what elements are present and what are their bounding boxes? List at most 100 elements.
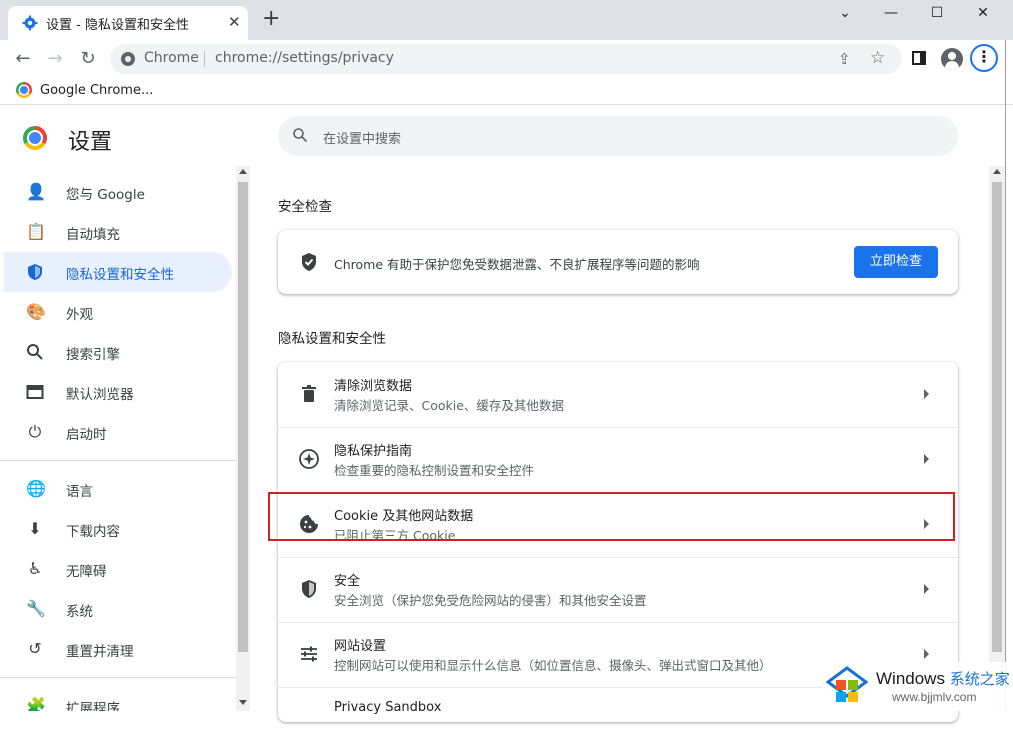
new-tab-button[interactable]: + (262, 8, 280, 30)
sidebar-item-default-browser[interactable]: 默认浏览器 (4, 372, 232, 412)
omnibox-separator (204, 51, 205, 67)
sidebar-item-system[interactable]: 🔧 系统 (4, 589, 232, 629)
safety-check-card: Chrome 有助于保护您免受数据泄露、不良扩展程序等问题的影响 立即检查 (278, 230, 958, 294)
sidebar-item-languages[interactable]: 🌐 语言 (4, 469, 232, 509)
address-bar[interactable]: Chrome chrome://settings/privacy ⇪ ☆ (110, 44, 902, 74)
chrome-logo-icon (16, 82, 32, 98)
sidebar-item-reset[interactable]: ↺ 重置并清理 (4, 629, 232, 669)
omnibox-chip: Chrome (144, 50, 199, 66)
accessibility-icon: ♿ (27, 559, 43, 578)
content-scrollbar[interactable] (989, 166, 1005, 711)
sidebar-item-privacy[interactable]: 隐私设置和安全性 (4, 252, 232, 292)
sidebar-item-downloads[interactable]: ⬇ 下载内容 (4, 509, 232, 549)
sidebar-item-label: 您与 Google (66, 187, 145, 203)
windows-logo-icon (826, 666, 868, 702)
scrollbar-thumb[interactable] (238, 182, 248, 652)
window-border (1005, 40, 1006, 711)
sidebar-item-extensions[interactable]: 🧩 扩展程序 (4, 686, 232, 712)
row-title: 清除浏览数据 (334, 379, 413, 394)
scroll-up-arrow-icon[interactable] (239, 169, 247, 174)
row-divider (278, 427, 958, 428)
chevron-right-icon[interactable] (924, 454, 929, 464)
history-icon: ↺ (28, 639, 42, 658)
sliders-icon (301, 646, 317, 662)
sidebar-item-you-and-google[interactable]: 👤 您与 Google (4, 172, 232, 212)
watermark: Windows 系统之家 www.bjjmlv.com (822, 662, 1013, 711)
forward-button[interactable]: → (44, 48, 66, 70)
bookmark-label: Google Chrome... (40, 82, 154, 98)
divider (0, 104, 1013, 105)
scroll-down-arrow-icon[interactable] (239, 700, 247, 705)
row-subtitle: 清除浏览记录、Cookie、缓存及其他数据 (334, 398, 564, 413)
url-text[interactable]: chrome://settings/privacy (215, 50, 394, 66)
chevron-right-icon[interactable] (924, 584, 929, 594)
chevron-right-icon[interactable] (924, 519, 929, 529)
row-subtitle: 检查重要的隐私控制设置和安全控件 (334, 463, 535, 478)
share-icon[interactable]: ⇪ (838, 50, 851, 68)
settings-search-input[interactable]: 在设置中搜索 (278, 116, 958, 156)
bookmark-star-icon[interactable]: ☆ (870, 48, 885, 68)
more-menu-icon[interactable]: ⋮ (970, 44, 998, 72)
row-clear-browsing-data[interactable]: 清除浏览数据 清除浏览记录、Cookie、缓存及其他数据 (278, 362, 958, 426)
shield-check-icon (302, 253, 316, 271)
back-button[interactable]: ← (12, 48, 34, 70)
title-bar: 设置 - 隐私设置和安全性 ✕ + ⌄ — ☐ ✕ (0, 0, 1013, 40)
clipboard-icon: 📋 (26, 222, 46, 241)
window-minimize-button[interactable]: — (868, 0, 914, 26)
browser-toolbar: ← → ↻ Chrome chrome://settings/privacy ⇪… (0, 40, 1013, 78)
sidebar-item-label: 下载内容 (66, 524, 120, 540)
sidebar-item-label: 启动时 (66, 427, 107, 443)
scroll-up-arrow-icon[interactable] (993, 169, 1001, 174)
sidebar-item-label: 搜索引擎 (66, 347, 120, 363)
row-title: 安全 (334, 574, 361, 589)
sidebar-item-accessibility[interactable]: ♿ 无障碍 (4, 549, 232, 589)
row-divider (278, 557, 958, 558)
chrome-logo-icon (23, 126, 47, 150)
sidebar-item-label: 外观 (66, 307, 93, 323)
profile-avatar[interactable] (941, 48, 963, 70)
tab-settings-privacy[interactable]: 设置 - 隐私设置和安全性 ✕ (8, 6, 248, 40)
row-subtitle: 已阻止第三方 Cookie (334, 528, 456, 543)
palette-icon: 🎨 (26, 302, 46, 321)
maximize-button[interactable]: ☐ (914, 0, 960, 26)
reload-button[interactable]: ↻ (77, 48, 99, 70)
sidebar-scrollbar[interactable] (236, 166, 250, 711)
sidebar-item-label: 重置并清理 (66, 644, 134, 660)
safety-check-description: Chrome 有助于保护您免受数据泄露、不良扩展程序等问题的影响 (334, 257, 700, 272)
sidebar-item-label: 语言 (66, 484, 93, 500)
watermark-title-cn: 系统之家 (949, 671, 1010, 688)
cookie-icon (300, 515, 318, 533)
globe-icon: 🌐 (26, 479, 46, 498)
trash-icon (302, 385, 316, 402)
safety-check-heading: 安全检查 (278, 199, 332, 215)
page-title: 设置 (68, 130, 113, 155)
chevron-right-icon[interactable] (924, 389, 929, 399)
sidebar-item-label: 自动填充 (66, 227, 120, 243)
security-shield-icon (302, 580, 316, 598)
minimize-button[interactable]: ⌄ (822, 0, 868, 26)
sidebar-item-label: 扩展程序 (66, 701, 120, 711)
watermark-title-en: Windows (876, 669, 945, 688)
check-now-button[interactable]: 立即检查 (854, 246, 938, 278)
wrench-icon: 🔧 (26, 599, 46, 618)
tab-close-icon[interactable]: ✕ (228, 13, 241, 31)
sidebar-item-autofill[interactable]: 📋 自动填充 (4, 212, 232, 252)
chevron-right-icon[interactable] (924, 649, 929, 659)
sidebar-item-search-engine[interactable]: 搜索引擎 (4, 332, 232, 372)
puzzle-icon: 🧩 (26, 696, 46, 712)
scrollbar-thumb[interactable] (992, 182, 1002, 652)
sidebar-item-appearance[interactable]: 🎨 外观 (4, 292, 232, 332)
row-security[interactable]: 安全 安全浏览（保护您免受危险网站的侵害）和其他安全设置 (278, 557, 958, 621)
gear-icon (22, 15, 38, 31)
search-placeholder: 在设置中搜索 (323, 132, 402, 147)
close-window-button[interactable]: ✕ (960, 0, 1006, 26)
person-icon: 👤 (26, 182, 46, 201)
row-title: Cookie 及其他网站数据 (334, 509, 474, 524)
sidebar-item-on-startup[interactable]: ⏻ 启动时 (4, 412, 232, 452)
download-icon: ⬇ (28, 519, 42, 538)
row-cookies[interactable]: Cookie 及其他网站数据 已阻止第三方 Cookie (278, 492, 958, 556)
row-divider (278, 492, 958, 493)
bookmark-item[interactable]: Google Chrome... (16, 82, 153, 98)
side-panel-icon[interactable] (912, 51, 926, 65)
row-privacy-guide[interactable]: 隐私保护指南 检查重要的隐私控制设置和安全控件 (278, 427, 958, 491)
